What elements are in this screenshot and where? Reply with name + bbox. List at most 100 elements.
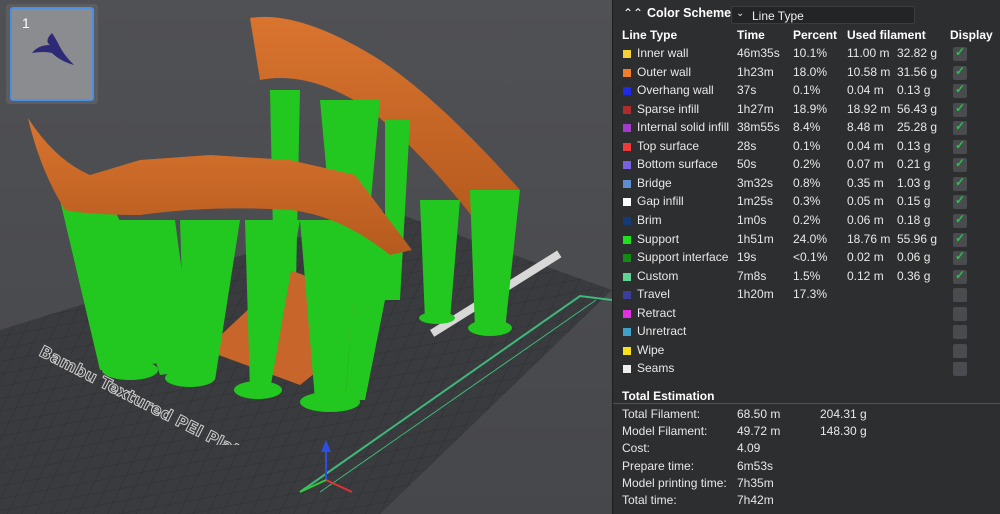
- display-checkbox[interactable]: [953, 362, 967, 377]
- legend-row[interactable]: Custom 7m8s 1.5% 0.12 m 0.36 g: [613, 268, 1000, 286]
- legend-row[interactable]: Seams: [613, 360, 1000, 378]
- legend-row[interactable]: Unretract: [613, 323, 1000, 341]
- display-checkbox[interactable]: [953, 231, 967, 247]
- total-row: Cost: 4.09: [613, 441, 1000, 458]
- filament-weight: 0.21 g: [897, 157, 931, 172]
- line-type-label: Seams: [637, 361, 675, 376]
- line-type-label: Support interface: [637, 250, 729, 265]
- legend-row[interactable]: Gap infill 1m25s 0.3% 0.05 m 0.15 g: [613, 193, 1000, 211]
- display-checkbox[interactable]: [953, 156, 967, 173]
- filament-length: 10.58 m: [847, 64, 891, 79]
- legend-row[interactable]: Wipe: [613, 342, 1000, 360]
- filament-weight: 56.43 g: [897, 101, 938, 116]
- legend-row[interactable]: Internal solid infill 38m55s 8.4% 8.48 m 25.…: [613, 119, 1000, 137]
- line-type-label: Custom: [637, 268, 679, 283]
- total-value: 49.72 m: [737, 424, 781, 439]
- total-label: Model Filament:: [622, 424, 708, 439]
- filament-length: 0.05 m: [847, 194, 884, 209]
- legend-row[interactable]: Top surface 28s 0.1% 0.04 m 0.13 g: [613, 138, 1000, 156]
- color-scheme-row: ⌃⌃ Color Scheme ⌄ Line Type: [613, 0, 1000, 28]
- total-estimation-title: Total Estimation: [622, 389, 715, 403]
- display-checkbox[interactable]: [953, 45, 967, 61]
- display-checkbox[interactable]: [953, 268, 967, 284]
- filament-weight: 0.15 g: [897, 194, 931, 209]
- percent-value: 1.5%: [793, 268, 821, 283]
- display-checkbox[interactable]: [953, 343, 967, 358]
- time-value: 1m25s: [737, 194, 774, 209]
- legend-row[interactable]: Sparse infill 1h27m 18.9% 18.92 m 56.43 g: [613, 101, 1000, 119]
- time-value: 38m55s: [737, 120, 780, 135]
- legend-row[interactable]: Support 1h51m 24.0% 18.76 m 55.96 g: [613, 231, 1000, 249]
- percent-value: 0.2%: [793, 157, 821, 172]
- display-checkbox[interactable]: [953, 325, 967, 340]
- legend-row[interactable]: Bridge 3m32s 0.8% 0.35 m 1.03 g: [613, 175, 1000, 193]
- display-checkbox[interactable]: [953, 64, 967, 80]
- line-type-label: Gap infill: [637, 194, 684, 209]
- display-checkbox[interactable]: [953, 119, 967, 136]
- total-label: Model printing time:: [622, 475, 727, 490]
- total-value: 6m53s: [737, 458, 774, 473]
- display-checkbox[interactable]: [953, 175, 967, 191]
- color-swatch: [623, 365, 631, 374]
- legend-row[interactable]: Outer wall 1h23m 18.0% 10.58 m 31.56 g: [613, 64, 1000, 82]
- plate-thumbnail[interactable]: 1: [6, 4, 98, 104]
- filament-weight: 1.03 g: [897, 175, 931, 190]
- color-swatch: [623, 309, 631, 318]
- legend-row[interactable]: Brim 1m0s 0.2% 0.06 m 0.18 g: [613, 212, 1000, 230]
- percent-value: 18.9%: [793, 101, 828, 116]
- line-type-label: Wipe: [637, 342, 665, 357]
- total-row: Model printing time: 7h35m: [613, 476, 1000, 493]
- legend-panel: ⌃⌃ Color Scheme ⌄ Line Type Line Type Ti…: [612, 0, 1000, 514]
- filament-weight: 0.13 g: [897, 138, 931, 153]
- legend-row[interactable]: Travel 1h20m 17.3%: [613, 286, 1000, 304]
- time-value: 50s: [737, 157, 757, 172]
- display-checkbox[interactable]: [953, 288, 967, 303]
- total-value: 4.09: [737, 441, 761, 456]
- percent-value: 0.2%: [793, 212, 821, 227]
- percent-value: 18.0%: [793, 64, 828, 79]
- 3d-viewport[interactable]: 1 Bambu Textured PEI Plate: [0, 0, 612, 514]
- filament-weight: 0.13 g: [897, 83, 931, 98]
- filament-weight: 0.06 g: [897, 250, 931, 265]
- color-scheme-select[interactable]: ⌄ Line Type: [731, 6, 915, 24]
- color-swatch: [623, 68, 631, 77]
- line-type-label: Travel: [637, 287, 670, 302]
- color-swatch: [623, 87, 631, 96]
- legend-header: Line Type Time Percent Used filament Dis…: [613, 28, 1000, 44]
- legend-row[interactable]: Retract: [613, 305, 1000, 323]
- time-value: 3m32s: [737, 175, 774, 190]
- display-checkbox[interactable]: [953, 101, 967, 117]
- display-checkbox[interactable]: [953, 138, 967, 154]
- filament-weight: 0.18 g: [897, 212, 931, 227]
- line-type-label: Internal solid infill: [637, 120, 730, 135]
- line-type-label: Top surface: [637, 138, 700, 153]
- percent-value: 10.1%: [793, 46, 828, 60]
- color-swatch: [623, 291, 631, 300]
- display-checkbox[interactable]: [953, 193, 967, 210]
- chevron-down-icon: ⌄: [736, 8, 745, 19]
- display-checkbox[interactable]: [953, 82, 967, 99]
- line-type-label: Outer wall: [637, 64, 692, 79]
- filament-length: 0.04 m: [847, 83, 884, 98]
- display-checkbox[interactable]: [953, 306, 967, 321]
- time-value: 1h23m: [737, 64, 774, 79]
- legend-row[interactable]: Bottom surface 50s 0.2% 0.07 m 0.21 g: [613, 156, 1000, 174]
- legend-row[interactable]: Support interface 19s <0.1% 0.02 m 0.06 g: [613, 249, 1000, 267]
- filament-length: 18.76 m: [847, 231, 891, 246]
- line-type-label: Overhang wall: [637, 83, 714, 98]
- display-checkbox[interactable]: [953, 212, 967, 228]
- legend-row[interactable]: Inner wall 46m35s 10.1% 11.00 m 32.82 g: [613, 45, 1000, 63]
- color-scheme-label: Color Scheme: [647, 6, 732, 20]
- filament-length: 0.06 m: [847, 212, 884, 227]
- color-swatch: [623, 105, 631, 114]
- time-value: 1m0s: [737, 212, 767, 227]
- legend-row[interactable]: Overhang wall 37s 0.1% 0.04 m 0.13 g: [613, 82, 1000, 100]
- percent-value: <0.1%: [793, 250, 828, 265]
- collapse-icon[interactable]: ⌃⌃: [623, 6, 643, 20]
- line-type-label: Inner wall: [637, 46, 689, 60]
- time-value: 46m35s: [737, 46, 780, 60]
- color-swatch: [623, 254, 631, 263]
- time-value: 37s: [737, 83, 757, 98]
- model-preview-icon: [32, 33, 74, 65]
- display-checkbox[interactable]: [953, 249, 967, 266]
